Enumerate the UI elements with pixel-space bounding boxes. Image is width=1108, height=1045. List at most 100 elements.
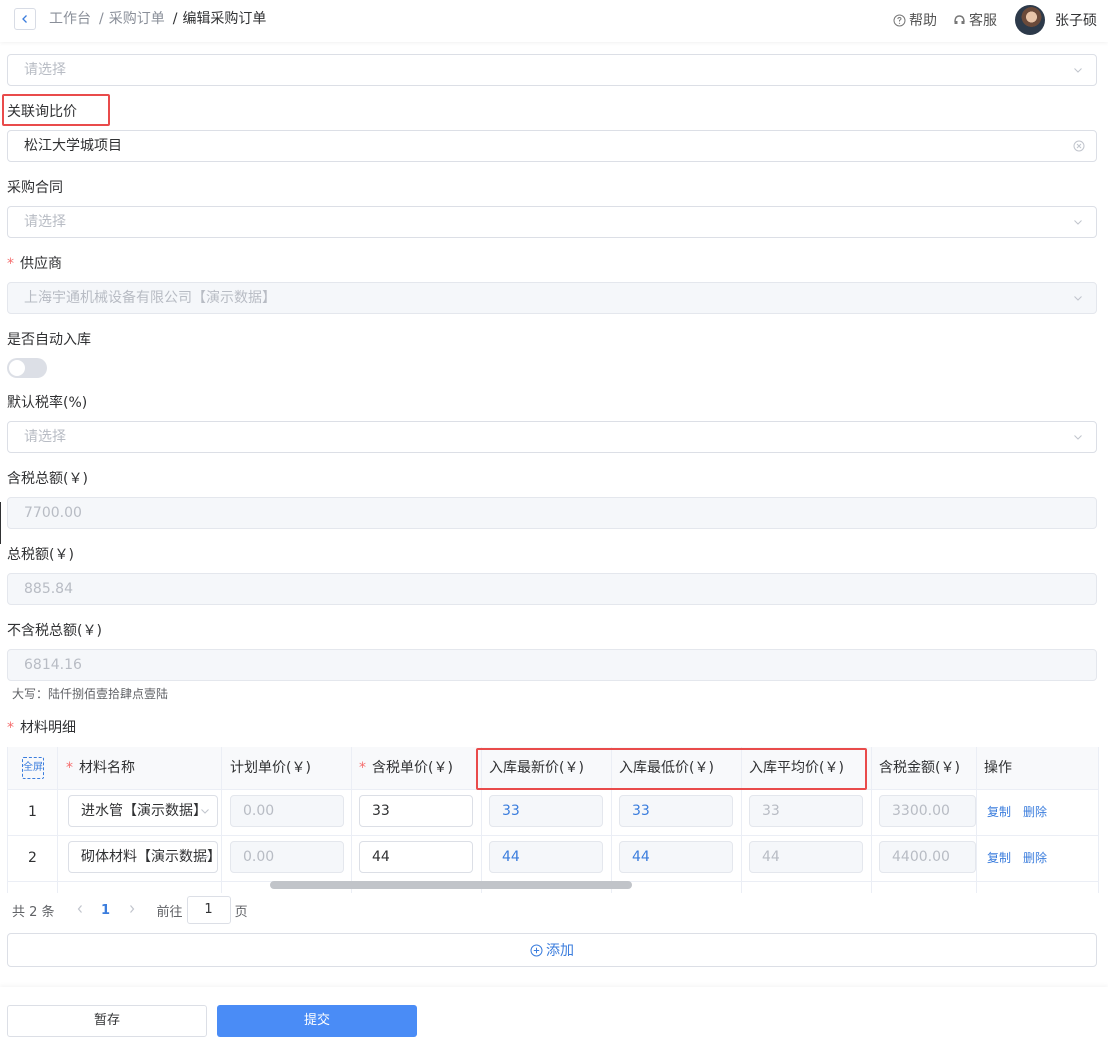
total-excl-label: 不含税总额(￥): [7, 623, 102, 639]
contract-select[interactable]: 请选择: [7, 206, 1097, 238]
col-material-name: * 材料名称: [66, 747, 135, 789]
pager-prev-button[interactable]: [65, 903, 95, 918]
lowest-price-field: 44: [619, 841, 733, 873]
pager-page-unit: 页: [234, 904, 248, 920]
avg-price-field: 33: [749, 795, 863, 827]
col-unit-price-text: 含税单价(￥): [372, 760, 453, 776]
chevron-down-icon: [1074, 435, 1082, 440]
col-amount: 含税金额(￥): [879, 760, 960, 776]
back-button[interactable]: [14, 8, 36, 30]
inquiry-select[interactable]: 松江大学城项目: [7, 130, 1097, 162]
fullscreen-button[interactable]: 全屏: [22, 757, 44, 779]
unit-price-input[interactable]: 33: [359, 795, 473, 827]
avg-price-field: 44: [749, 841, 863, 873]
inquiry-label-highlight: [2, 94, 110, 126]
submit-button[interactable]: 提交: [217, 1005, 417, 1037]
material-select[interactable]: 砌体材料【演示数据】: [68, 841, 218, 873]
breadcrumb-workbench[interactable]: 工作台: [49, 11, 91, 27]
supplier-select: 上海宇通机械设备有限公司【演示数据】: [7, 282, 1097, 314]
horizontal-scrollbar[interactable]: [270, 881, 632, 889]
unit-price-input[interactable]: 44: [359, 841, 473, 873]
pagination: 共 2 条 1 前往 1 页: [12, 896, 248, 924]
save-draft-button[interactable]: 暂存: [7, 1005, 207, 1037]
supplier-label: * 供应商: [7, 254, 62, 274]
pager-goto-label: 前往: [156, 904, 183, 920]
service-label: 客服: [969, 13, 997, 29]
material-select[interactable]: 进水管【演示数据】: [68, 795, 218, 827]
total-incl-field: 7700.00: [7, 497, 1097, 529]
plan-price-field: 0.00: [230, 795, 344, 827]
material-value: 砌体材料【演示数据】: [81, 849, 218, 865]
help-link[interactable]: 帮助: [893, 10, 937, 30]
top-select-placeholder: 请选择: [24, 62, 66, 78]
top-select[interactable]: 请选择: [7, 54, 1097, 86]
plan-price-field: 0.00: [230, 841, 344, 873]
copy-link[interactable]: 复制: [987, 835, 1011, 881]
chevron-down-icon: [201, 809, 209, 814]
supplier-value: 上海宇通机械设备有限公司【演示数据】: [24, 290, 276, 306]
breadcrumb: 工作台 / 采购订单 / 编辑采购订单: [49, 9, 266, 29]
total-tax-value: 885.84: [24, 581, 73, 597]
latest-price-field: 33: [489, 795, 603, 827]
contract-placeholder: 请选择: [24, 214, 66, 230]
supplier-label-text: 供应商: [20, 256, 62, 272]
copy-link[interactable]: 复制: [987, 789, 1011, 835]
top-bar: 工作台 / 采购订单 / 编辑采购订单 帮助 客服 张子硕: [0, 0, 1108, 42]
tax-rate-select[interactable]: 请选择: [7, 421, 1097, 453]
footer-bar: 暂存 提交: [0, 987, 1108, 1045]
tax-rate-label: 默认税率(%): [7, 395, 88, 411]
headset-icon: [954, 14, 965, 24]
pager-jump-input[interactable]: 1: [186, 896, 231, 924]
col-plan-price: 计划单价(￥): [230, 760, 311, 776]
plus-circle-icon: [530, 944, 543, 956]
materials-label: * 材料明细: [7, 718, 76, 738]
breadcrumb-purchase-orders[interactable]: 采购订单: [109, 11, 165, 27]
add-label: 添加: [546, 943, 574, 959]
total-incl-label: 含税总额(￥): [7, 471, 88, 487]
tax-rate-placeholder: 请选择: [24, 429, 66, 445]
required-mark: *: [7, 720, 14, 736]
chevron-down-icon: [1074, 296, 1082, 301]
required-mark: *: [7, 256, 14, 272]
total-excl-value: 6814.16: [24, 657, 82, 673]
table-row: 1 进水管【演示数据】 0.00 33 33 33 33 3300.00 复制 …: [8, 789, 1098, 836]
latest-price-field: 44: [489, 841, 603, 873]
breadcrumb-current: 编辑采购订单: [182, 11, 267, 27]
table-row: 2 砌体材料【演示数据】 0.00 44 44 44 44 4400.00 复制…: [8, 835, 1098, 882]
help-label: 帮助: [909, 13, 937, 29]
delete-link[interactable]: 删除: [1023, 835, 1047, 881]
auto-stock-toggle[interactable]: [7, 358, 47, 378]
breadcrumb-separator: /: [99, 11, 104, 27]
total-incl-value: 7700.00: [24, 505, 82, 521]
price-columns-highlight: [476, 748, 867, 790]
amount-field: 3300.00: [879, 795, 976, 827]
chevron-left-icon: [77, 904, 82, 913]
amount-in-words: 大写：陆仟捌佰壹拾肆点壹陆: [12, 687, 169, 701]
auto-stock-label: 是否自动入库: [7, 332, 91, 348]
username[interactable]: 张子硕: [1055, 10, 1097, 30]
pager-page-1[interactable]: 1: [95, 903, 117, 918]
total-excl-field: 6814.16: [7, 649, 1097, 681]
total-tax-field: 885.84: [7, 573, 1097, 605]
chevron-down-icon: [201, 855, 209, 860]
required-mark: *: [359, 760, 366, 776]
avatar[interactable]: [1015, 5, 1045, 35]
chevron-down-icon: [1074, 68, 1082, 73]
breadcrumb-separator: /: [172, 11, 178, 27]
add-material-button[interactable]: 添加: [7, 933, 1097, 967]
chevron-left-icon: [22, 15, 27, 23]
material-value: 进水管【演示数据】: [81, 803, 207, 819]
amount-field: 4400.00: [879, 841, 976, 873]
total-tax-label: 总税额(￥): [7, 547, 74, 563]
col-material-name-text: 材料名称: [79, 760, 135, 776]
pager-next-button[interactable]: [117, 903, 147, 918]
contract-label: 采购合同: [7, 180, 63, 196]
clear-circle-icon[interactable]: [1073, 140, 1085, 152]
service-link[interactable]: 客服: [953, 10, 997, 30]
col-unit-price: * 含税单价(￥): [359, 747, 453, 789]
required-mark: *: [66, 760, 73, 776]
delete-link[interactable]: 删除: [1023, 789, 1047, 835]
left-edge-marker: [0, 502, 1, 544]
materials-label-text: 材料明细: [20, 720, 76, 736]
row-index: 2: [28, 850, 37, 866]
